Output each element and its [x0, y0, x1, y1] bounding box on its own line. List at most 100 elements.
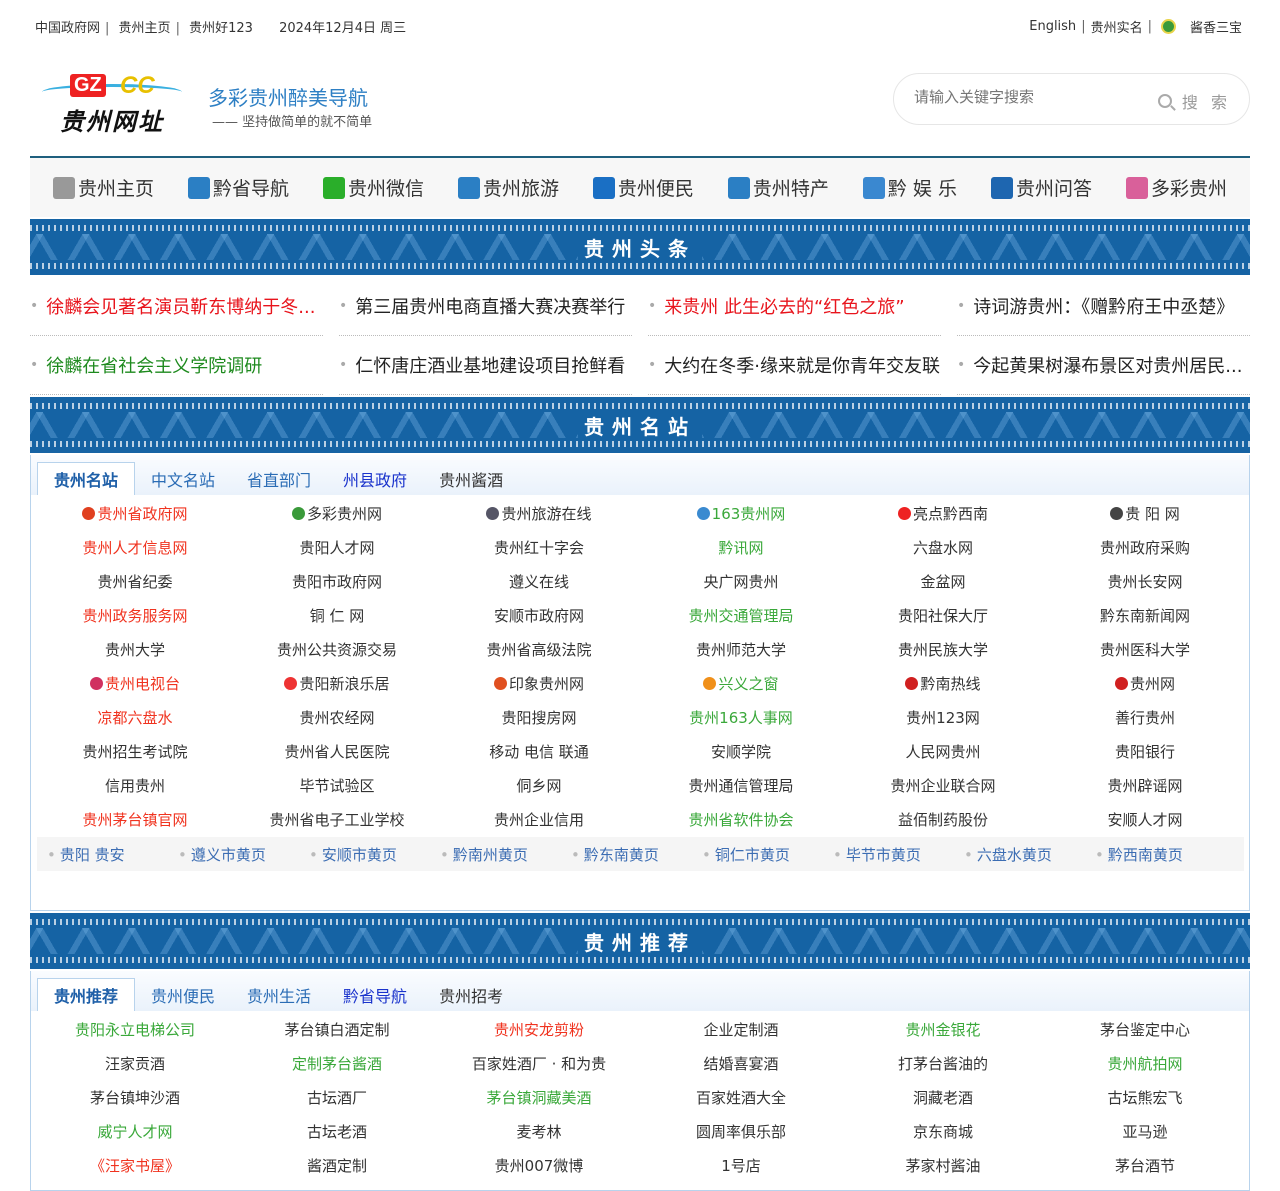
site-link[interactable]: 六盘水网: [842, 531, 1044, 565]
tab-recommend-4[interactable]: 贵州招考: [423, 978, 519, 1011]
site-link[interactable]: 定制茅台酱酒: [236, 1047, 438, 1081]
yellow-page-link[interactable]: 六盘水黄页: [954, 844, 1085, 865]
news-item[interactable]: 来贵州 此生必去的“红色之旅”: [648, 277, 941, 336]
news-item[interactable]: 诗词游贵州：《赠黔府王中丞楚》: [957, 277, 1250, 336]
tab-recommend-1[interactable]: 贵州便民: [135, 978, 231, 1011]
site-link[interactable]: 安顺学院: [640, 735, 842, 769]
guizhou-hao123-link[interactable]: 贵州好123: [189, 21, 253, 36]
site-link[interactable]: 洞藏老酒: [842, 1081, 1044, 1115]
site-link[interactable]: 威宁人才网: [34, 1115, 236, 1149]
yellow-page-link[interactable]: 遵义市黄页: [168, 844, 299, 865]
site-link[interactable]: 贵州163人事网: [640, 701, 842, 735]
tab-recommend-0[interactable]: 贵州推荐: [37, 978, 136, 1011]
gov-link[interactable]: 中国政府网: [35, 21, 100, 36]
site-link[interactable]: 古坛老酒: [236, 1115, 438, 1149]
site-link[interactable]: 印象贵州网: [438, 667, 640, 701]
yellow-page-link[interactable]: 安顺市黄页: [299, 844, 430, 865]
brand-link[interactable]: 酱香三宝: [1190, 17, 1242, 36]
nav-item[interactable]: 多彩贵州: [1125, 174, 1227, 201]
site-link[interactable]: 安顺人才网: [1044, 803, 1246, 837]
site-link[interactable]: 茅台酒节: [1044, 1149, 1246, 1183]
site-link[interactable]: 移动 电信 联通: [438, 735, 640, 769]
nav-item[interactable]: 贵州便民: [592, 174, 694, 201]
site-link[interactable]: 善行贵州: [1044, 701, 1246, 735]
site-link[interactable]: 百家姓酒大全: [640, 1081, 842, 1115]
yellow-page-link[interactable]: 毕节市黄页: [823, 844, 954, 865]
site-link[interactable]: 贵州通信管理局: [640, 769, 842, 803]
tab-sites-0[interactable]: 贵州名站: [37, 462, 136, 495]
site-link[interactable]: 毕节试验区: [236, 769, 438, 803]
site-link[interactable]: 贵州电视台: [34, 667, 236, 701]
site-link[interactable]: 侗乡网: [438, 769, 640, 803]
site-link[interactable]: 贵州交通管理局: [640, 599, 842, 633]
site-link[interactable]: 金盆网: [842, 565, 1044, 599]
site-link[interactable]: 贵州医科大学: [1044, 633, 1246, 667]
news-item[interactable]: 仁怀唐庄酒业基地建设项目抢鲜看: [339, 336, 632, 395]
site-link[interactable]: 贵阳永立电梯公司: [34, 1013, 236, 1047]
site-link[interactable]: 凉都六盘水: [34, 701, 236, 735]
nav-item[interactable]: 贵州问答: [990, 174, 1092, 201]
english-link[interactable]: English: [1029, 19, 1076, 34]
site-link[interactable]: 贵州大学: [34, 633, 236, 667]
site-link[interactable]: 贵阳搜房网: [438, 701, 640, 735]
site-link[interactable]: 贵州政务服务网: [34, 599, 236, 633]
guizhou-home-link[interactable]: 贵州主页: [119, 21, 171, 36]
tab-sites-4[interactable]: 贵州酱酒: [423, 462, 519, 495]
news-item[interactable]: 徐麟会见著名演员靳东博纳于冬...: [30, 277, 323, 336]
site-link[interactable]: 贵州师范大学: [640, 633, 842, 667]
site-link[interactable]: 贵州招生考试院: [34, 735, 236, 769]
site-link[interactable]: 亚马逊: [1044, 1115, 1246, 1149]
site-link[interactable]: 贵州省人民医院: [236, 735, 438, 769]
site-link[interactable]: 贵州安龙剪粉: [438, 1013, 640, 1047]
yellow-page-link[interactable]: 贵阳 贵安: [37, 844, 168, 865]
site-link[interactable]: 贵州企业联合网: [842, 769, 1044, 803]
site-link[interactable]: 多彩贵州网: [236, 497, 438, 531]
site-link[interactable]: 贵州省高级法院: [438, 633, 640, 667]
nav-item[interactable]: 贵州主页: [52, 174, 154, 201]
nav-item[interactable]: 贵州旅游: [457, 174, 559, 201]
site-link[interactable]: 茅台镇白酒定制: [236, 1013, 438, 1047]
yellow-page-link[interactable]: 黔东南黄页: [561, 844, 692, 865]
news-item[interactable]: 大约在冬季·缘来就是你青年交友联: [648, 336, 941, 395]
site-link[interactable]: 贵州政府采购: [1044, 531, 1246, 565]
site-link[interactable]: 163贵州网: [640, 497, 842, 531]
site-link[interactable]: 贵州旅游在线: [438, 497, 640, 531]
site-link[interactable]: 贵州茅台镇官网: [34, 803, 236, 837]
site-link[interactable]: 贵州省软件协会: [640, 803, 842, 837]
site-link[interactable]: 贵州辟谣网: [1044, 769, 1246, 803]
site-link[interactable]: 贵 阳 网: [1044, 497, 1246, 531]
realname-link[interactable]: 贵州实名: [1091, 17, 1143, 36]
tab-sites-3[interactable]: 州县政府: [327, 462, 423, 495]
site-link[interactable]: 贵州网: [1044, 667, 1246, 701]
site-link[interactable]: 贵州007微博: [438, 1149, 640, 1183]
site-link[interactable]: 茅台镇洞藏美酒: [438, 1081, 640, 1115]
site-link[interactable]: 古坛酒厂: [236, 1081, 438, 1115]
site-link[interactable]: 汪家贡酒: [34, 1047, 236, 1081]
site-link[interactable]: 贵州长安网: [1044, 565, 1246, 599]
site-link[interactable]: 贵阳新浪乐居: [236, 667, 438, 701]
site-link[interactable]: 结婚喜宴酒: [640, 1047, 842, 1081]
tab-recommend-3[interactable]: 黔省导航: [327, 978, 423, 1011]
site-link[interactable]: 贵州金银花: [842, 1013, 1044, 1047]
site-link[interactable]: 贵阳银行: [1044, 735, 1246, 769]
site-link[interactable]: 贵州民族大学: [842, 633, 1044, 667]
yellow-page-link[interactable]: 黔南州黄页: [430, 844, 561, 865]
site-link[interactable]: 贵州人才信息网: [34, 531, 236, 565]
site-link[interactable]: 益佰制药股份: [842, 803, 1044, 837]
site-link[interactable]: 安顺市政府网: [438, 599, 640, 633]
site-link[interactable]: 人民网贵州: [842, 735, 1044, 769]
search-button[interactable]: 搜 索: [1157, 89, 1231, 113]
site-link[interactable]: 信用贵州: [34, 769, 236, 803]
site-link[interactable]: 茅台鉴定中心: [1044, 1013, 1246, 1047]
yellow-page-link[interactable]: 铜仁市黄页: [692, 844, 823, 865]
site-link[interactable]: 茅台镇坤沙酒: [34, 1081, 236, 1115]
nav-item[interactable]: 贵州微信: [322, 174, 424, 201]
nav-item[interactable]: 黔省导航: [187, 174, 289, 201]
nav-item[interactable]: 黔 娱 乐: [862, 174, 957, 201]
site-link[interactable]: 贵州省政府网: [34, 497, 236, 531]
site-link[interactable]: 麦考林: [438, 1115, 640, 1149]
site-link[interactable]: 遵义在线: [438, 565, 640, 599]
site-logo[interactable]: GZ CC 贵州网址: [42, 62, 182, 136]
site-link[interactable]: 古坛熊宏飞: [1044, 1081, 1246, 1115]
site-link[interactable]: 贵州省纪委: [34, 565, 236, 599]
